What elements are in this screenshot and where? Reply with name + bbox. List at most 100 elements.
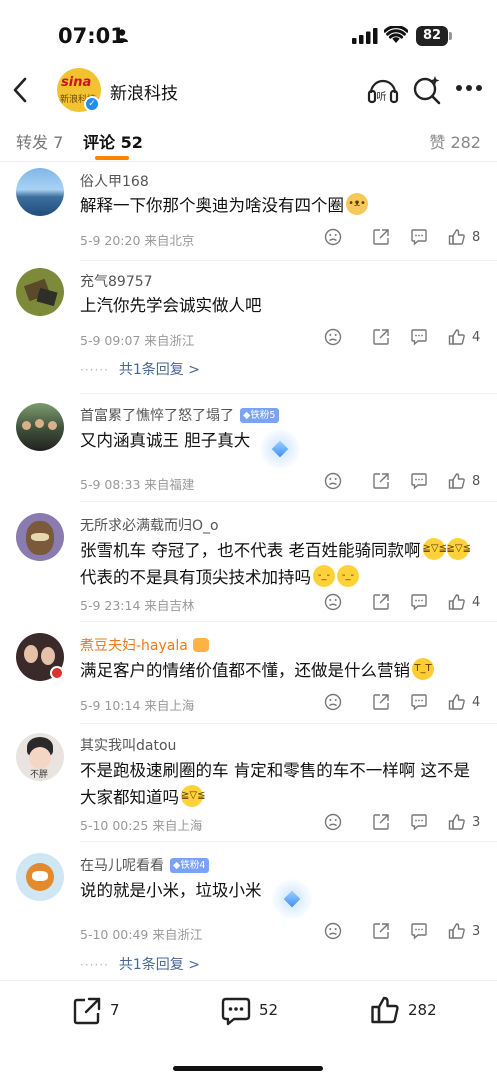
view-replies-label: 共1条回复 > <box>118 362 200 378</box>
dislike-icon[interactable] <box>324 922 342 940</box>
avatar[interactable] <box>16 268 64 316</box>
like-icon[interactable] <box>448 922 466 940</box>
dislike-icon[interactable] <box>324 813 342 831</box>
avatar[interactable]: 不胖 <box>16 733 64 781</box>
status-bar: 07:01 82 <box>0 0 497 70</box>
comment-text: 上汽你先学会诚实做人吧 <box>80 296 262 315</box>
comment-text-line-2: 代表的不是具有顶尖技术加持吗 <box>80 568 311 587</box>
commenter-name[interactable]: 充气89757 <box>80 271 153 291</box>
commenter-name-text[interactable]: 煮豆夫妇-hayala <box>80 638 188 654</box>
commenter-name-text[interactable]: 首富累了憔悴了怒了塌了 <box>80 408 234 424</box>
listen-icon[interactable]: 听 <box>367 75 399 105</box>
share-icon[interactable] <box>372 693 390 711</box>
comment-item: 充气89757 上汽你先学会诚实做人吧 5-9 09:07 来自浙江 4 ···… <box>0 268 497 394</box>
fan-badge-label: 铁粉5 <box>250 410 276 421</box>
wifi-icon <box>384 26 408 43</box>
dislike-icon[interactable] <box>324 593 342 611</box>
like-icon[interactable] <box>448 693 466 711</box>
active-tab-indicator <box>95 156 129 160</box>
avatar[interactable] <box>16 403 64 451</box>
share-icon[interactable] <box>372 922 390 940</box>
like-count: 4 <box>472 330 481 345</box>
like-icon[interactable] <box>448 593 466 611</box>
reply-dots: ······ <box>80 363 109 377</box>
like-count: 8 <box>472 474 481 489</box>
comment-item: 在马儿呢看看 ◆铁粉4 说的就是小米，垃圾小米 5-10 00:49 来自浙江 3… <box>0 853 497 978</box>
view-replies-link[interactable]: ······ 共1条回复 > <box>80 359 200 379</box>
comment-text-line-1: 不是跑极速刷圈的车 肯定和零售的车不一样啊 这不是 <box>80 761 470 780</box>
avatar[interactable] <box>16 853 64 901</box>
comment-actions: 3 <box>320 812 490 834</box>
vip-crown-icon <box>192 638 209 652</box>
tab-reposts[interactable]: 转发 7 <box>16 129 63 153</box>
home-indicator[interactable] <box>173 1066 323 1071</box>
share-icon[interactable] <box>372 593 390 611</box>
comment-actions: 8 <box>320 227 490 249</box>
reply-icon[interactable] <box>410 328 428 346</box>
share-icon[interactable] <box>372 228 390 246</box>
sweat-emoji-icon: -_- <box>337 565 359 587</box>
reply-icon[interactable] <box>410 693 428 711</box>
like-icon[interactable] <box>448 813 466 831</box>
comment-item: 不胖 其实我叫datou 不是跑极速刷圈的车 肯定和零售的车不一样啊 这不是 大… <box>0 733 497 843</box>
comment-text: 张雪机车 夺冠了，也不代表 老百姓能骑同款啊 ≧▽≦ ≧▽≦ 代表的不是具有顶尖技术… <box>80 537 480 591</box>
bottom-action-bar: 7 52 282 <box>0 980 497 1080</box>
comment-text-line-2: 大家都知道吗 <box>80 788 179 807</box>
view-replies-label: 共1条回复 > <box>118 957 200 973</box>
back-icon[interactable] <box>10 76 30 104</box>
comment-count: 52 <box>259 1001 279 1019</box>
comment-text-body: 解释一下你那个奥迪为啥没有四个圈 <box>80 196 344 215</box>
reply-icon[interactable] <box>410 922 428 940</box>
share-icon[interactable] <box>372 328 390 346</box>
avatar-caption: 不胖 <box>30 770 49 780</box>
avatar[interactable] <box>16 513 64 561</box>
like-count-total: 282 <box>408 1001 437 1019</box>
divider <box>80 393 497 394</box>
share-icon[interactable] <box>372 813 390 831</box>
avatar[interactable] <box>16 168 64 216</box>
reply-icon[interactable] <box>410 472 428 490</box>
thumbs-up-icon <box>371 996 399 1024</box>
like-icon[interactable] <box>448 472 466 490</box>
verified-icon: ✓ <box>84 96 100 112</box>
comment-text: 不是跑极速刷圈的车 肯定和零售的车不一样啊 这不是 大家都知道吗 ≧▽≦ <box>80 757 480 811</box>
account-name[interactable]: 新浪科技 <box>110 79 178 104</box>
crying-emoji-icon: T_T <box>412 658 434 680</box>
like-icon[interactable] <box>448 228 466 246</box>
comment-text-line: 代表的不是具有顶尖技术加持吗 -_- -_- <box>80 564 480 591</box>
commenter-name-text[interactable]: 在马儿呢看看 <box>80 858 164 874</box>
commenter-name: 首富累了憔悴了怒了塌了 ◆铁粉5 <box>80 405 280 425</box>
comment-text: 解释一下你那个奥迪为啥没有四个圈 •ᴥ• <box>80 192 480 219</box>
view-replies-link[interactable]: ······ 共1条回复 > <box>80 954 200 974</box>
comment-meta: 5-9 10:14 来自上海 <box>80 698 195 713</box>
like-count: 4 <box>472 595 481 610</box>
share-icon[interactable] <box>372 472 390 490</box>
dislike-icon[interactable] <box>324 693 342 711</box>
reply-dots: ······ <box>80 958 109 972</box>
divider <box>80 260 497 261</box>
search-ai-icon[interactable] <box>412 75 442 105</box>
comment-meta: 5-9 20:20 来自北京 <box>80 233 195 248</box>
divider <box>80 501 497 502</box>
dislike-icon[interactable] <box>324 328 342 346</box>
commenter-name[interactable]: 其实我叫datou <box>80 735 176 755</box>
fan-badge-label: 铁粉4 <box>180 860 206 871</box>
dislike-icon[interactable] <box>324 472 342 490</box>
tab-comments[interactable]: 评论 52 <box>83 129 143 153</box>
dislike-icon[interactable] <box>324 228 342 246</box>
more-icon[interactable] <box>455 84 483 92</box>
like-count: 4 <box>472 695 481 710</box>
comment-actions: 8 <box>320 471 490 493</box>
tab-likes[interactable]: 赞 282 <box>429 129 481 153</box>
comment-icon <box>221 997 251 1026</box>
reply-icon[interactable] <box>410 228 428 246</box>
like-count: 3 <box>472 815 481 830</box>
commenter-name[interactable]: 俗人甲168 <box>80 171 149 191</box>
like-icon[interactable] <box>448 328 466 346</box>
reply-icon[interactable] <box>410 813 428 831</box>
reply-icon[interactable] <box>410 593 428 611</box>
divider <box>80 621 497 622</box>
battery-level: 82 <box>416 26 448 46</box>
commenter-name[interactable]: 无所求必满载而归O_o <box>80 515 219 535</box>
commenter-name: 煮豆夫妇-hayala <box>80 635 209 655</box>
